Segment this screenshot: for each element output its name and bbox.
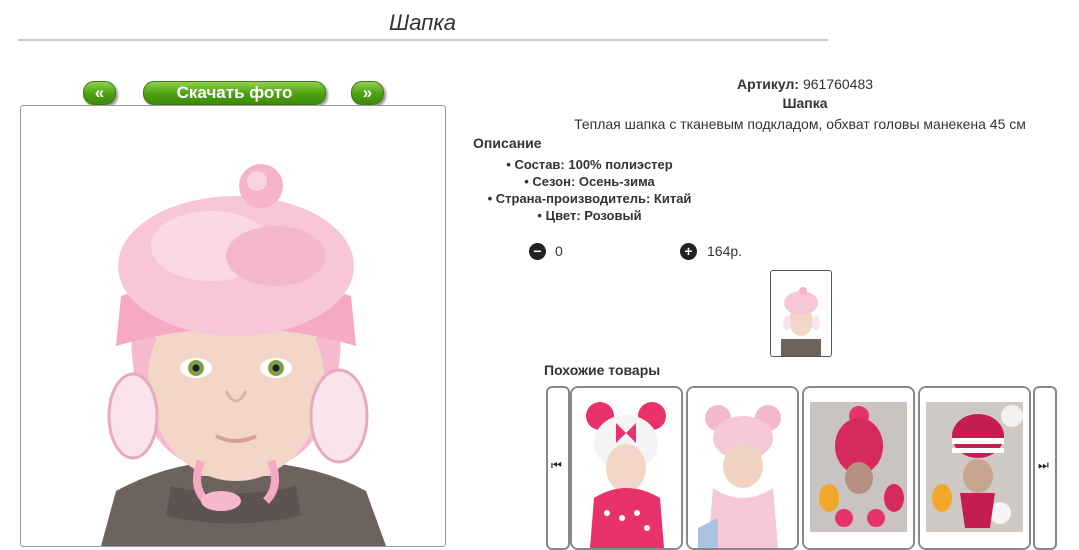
sku-line: Артикул: 961760483 xyxy=(590,76,1020,92)
similar-product-image xyxy=(572,388,681,548)
carousel-prev-button[interactable]: ⏮ xyxy=(546,386,570,550)
product-name: Шапка xyxy=(782,95,828,111)
download-photo-button[interactable]: Скачать фото xyxy=(143,81,326,105)
carousel-next-icon: ⏭ xyxy=(1038,458,1049,472)
page-title: Шапка xyxy=(389,10,456,35)
next-photo-button[interactable]: » xyxy=(351,81,384,105)
attribute-item: • Страна-производитель: Китай xyxy=(487,191,692,206)
similar-product-image xyxy=(804,388,913,548)
description-heading: Описание xyxy=(473,135,542,151)
prev-photo-button[interactable]: « xyxy=(83,81,116,105)
sku-label: Артикул: xyxy=(736,76,800,92)
attribute-item: • Состав: 100% полиэстер xyxy=(506,157,673,172)
similar-product-item[interactable] xyxy=(686,386,799,550)
similar-product-item[interactable] xyxy=(918,386,1031,550)
carousel-next-button[interactable]: ⏭ xyxy=(1033,386,1057,550)
title-divider xyxy=(18,39,828,41)
price: 164р. xyxy=(707,243,743,259)
main-product-photo[interactable] xyxy=(20,105,446,547)
carousel-prev-icon: ⏮ xyxy=(551,458,562,472)
similar-products-heading: Похожие товары xyxy=(544,362,661,378)
attribute-item: • Сезон: Осень-зима xyxy=(524,174,655,189)
photo-thumbnail[interactable] xyxy=(770,270,832,357)
product-short-description: Теплая шапка с тканевым подкладом, обхва… xyxy=(574,116,1026,132)
attribute-list: • Состав: 100% полиэстер • Сезон: Осень-… xyxy=(472,156,707,224)
similar-product-item[interactable] xyxy=(802,386,915,550)
product-image xyxy=(101,164,386,546)
attribute-item: • Цвет: Розовый xyxy=(537,208,642,223)
plus-icon[interactable]: + xyxy=(680,243,697,260)
similar-product-image xyxy=(688,388,797,548)
quantity-value: 0 xyxy=(555,243,563,259)
similar-product-image xyxy=(920,388,1029,548)
minus-icon[interactable]: − xyxy=(529,243,546,260)
sku-value: 961760483 xyxy=(802,76,874,92)
similar-product-item[interactable] xyxy=(570,386,683,550)
thumbnail-image xyxy=(781,287,821,356)
